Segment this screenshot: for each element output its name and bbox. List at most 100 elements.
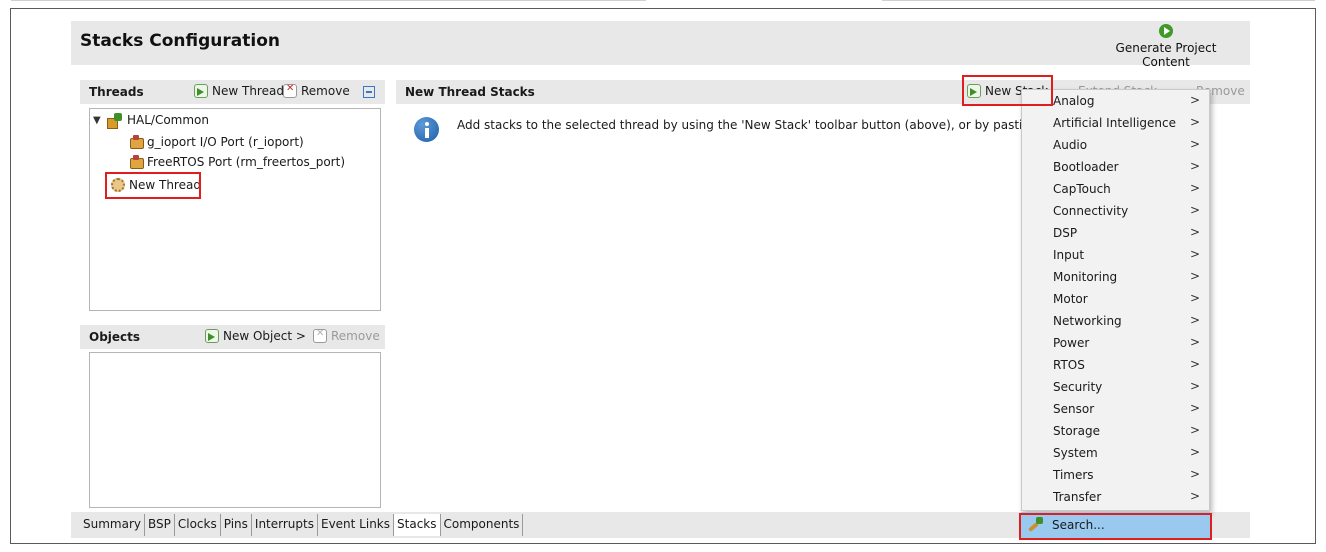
- chevron-right-icon: >: [1189, 225, 1200, 239]
- menu-item-label: Artificial Intelligence: [1053, 116, 1176, 130]
- chevron-right-icon: >: [1189, 313, 1200, 327]
- menu-item-label: Audio: [1053, 138, 1088, 152]
- menu-item-label: Networking: [1053, 314, 1122, 328]
- new-object-label: New Object >: [223, 329, 306, 343]
- menu-item-storage[interactable]: Storage >: [1022, 420, 1209, 442]
- remove-thread-label: Remove: [301, 84, 350, 98]
- add-icon: [205, 329, 219, 343]
- chevron-right-icon: >: [1189, 357, 1200, 371]
- tab-clocks[interactable]: Clocks: [175, 514, 221, 536]
- menu-item-rtos[interactable]: RTOS >: [1022, 354, 1209, 376]
- menu-item-label: Motor: [1053, 292, 1088, 306]
- chevron-right-icon: >: [1189, 467, 1200, 481]
- chevron-down-icon[interactable]: ▼: [93, 115, 103, 126]
- menu-item-captouch[interactable]: CapTouch >: [1022, 178, 1209, 200]
- menu-item-label: Power: [1053, 336, 1090, 350]
- menu-item-power[interactable]: Power >: [1022, 332, 1209, 354]
- play-icon: [1159, 24, 1173, 38]
- chevron-right-icon: >: [1189, 291, 1200, 305]
- threads-title: Threads: [89, 85, 144, 99]
- menu-item-label: Monitoring: [1053, 270, 1118, 284]
- tree-node-ioport[interactable]: g_ioport I/O Port (r_ioport): [129, 135, 304, 149]
- objects-panel-header: Objects New Object > Remove: [80, 325, 385, 349]
- menu-item-label: Storage: [1053, 424, 1100, 438]
- tree-node-label: HAL/Common: [127, 113, 210, 127]
- menu-item-label: CapTouch: [1053, 182, 1111, 196]
- chevron-right-icon: >: [1189, 137, 1200, 151]
- new-thread-button[interactable]: New Thread: [194, 84, 284, 98]
- menu-item-monitoring[interactable]: Monitoring >: [1022, 266, 1209, 288]
- new-stack-menu: Analog > Artificial Intelligence > Audio > …: [1021, 89, 1210, 511]
- chevron-right-icon: >: [1189, 247, 1200, 261]
- menu-item-input[interactable]: Input >: [1022, 244, 1209, 266]
- top-divider: [882, 0, 1315, 1]
- collapse-icon: [363, 86, 375, 98]
- chevron-right-icon: >: [1189, 335, 1200, 349]
- menu-item-label: Connectivity: [1053, 204, 1129, 218]
- tab-bsp[interactable]: BSP: [145, 514, 175, 536]
- chevron-right-icon: >: [1189, 269, 1200, 283]
- objects-title: Objects: [89, 330, 141, 344]
- tree-node-hal-common[interactable]: ▼ HAL/Common: [93, 113, 210, 129]
- chevron-right-icon: >: [1189, 203, 1200, 217]
- menu-item-label: Sensor: [1053, 402, 1095, 416]
- chevron-right-icon: >: [1189, 379, 1200, 393]
- tab-event-links[interactable]: Event Links: [318, 514, 395, 536]
- remove-thread-button[interactable]: Remove: [283, 83, 350, 98]
- menu-item-security[interactable]: Security >: [1022, 376, 1209, 398]
- chevron-right-icon: >: [1189, 181, 1200, 195]
- remove-icon: [283, 83, 297, 98]
- threads-panel-header: Threads New Thread Remove: [80, 80, 385, 104]
- tab-summary[interactable]: Summary: [80, 514, 145, 536]
- stacks-info-text: Add stacks to the selected thread by usi…: [457, 118, 1069, 132]
- menu-item-audio[interactable]: Audio >: [1022, 134, 1209, 156]
- new-object-button[interactable]: New Object >: [205, 329, 306, 343]
- new-thread-label: New Thread: [212, 84, 284, 98]
- menu-item-label: Analog: [1053, 94, 1095, 108]
- menu-item-networking[interactable]: Networking >: [1022, 310, 1209, 332]
- generate-project-content-button[interactable]: Generate Project Content: [1091, 24, 1241, 69]
- menu-item-label: Transfer: [1053, 490, 1102, 504]
- stacks-header: Stacks Configuration Generate Project Co…: [71, 21, 1250, 69]
- menu-item-artificial-intelligence[interactable]: Artificial Intelligence >: [1022, 112, 1209, 134]
- remove-icon: [313, 328, 327, 343]
- highlight-new-thread: [105, 172, 201, 199]
- page-title: Stacks Configuration: [80, 31, 280, 51]
- module-icon: [129, 155, 144, 169]
- tree-node-freertos-port[interactable]: FreeRTOS Port (rm_freertos_port): [129, 155, 345, 169]
- menu-item-label: DSP: [1053, 226, 1078, 240]
- editor-tabs: Summary BSP Clocks Pins Interrupts Event…: [80, 514, 524, 536]
- menu-item-label: RTOS: [1053, 358, 1085, 372]
- menu-item-label: System: [1053, 446, 1098, 460]
- tab-components[interactable]: Components: [441, 514, 524, 536]
- menu-item-label: Timers: [1053, 468, 1094, 482]
- menu-item-connectivity[interactable]: Connectivity >: [1022, 200, 1209, 222]
- menu-item-dsp[interactable]: DSP >: [1022, 222, 1209, 244]
- tab-pins[interactable]: Pins: [221, 514, 252, 536]
- tab-stacks[interactable]: Stacks: [394, 514, 441, 536]
- chevron-right-icon: >: [1189, 401, 1200, 415]
- add-icon: [194, 84, 208, 98]
- hal-folder-icon: [107, 113, 123, 129]
- chevron-right-icon: >: [1189, 93, 1200, 107]
- tab-interrupts[interactable]: Interrupts: [252, 514, 318, 536]
- menu-item-sensor[interactable]: Sensor >: [1022, 398, 1209, 420]
- menu-item-label: Security: [1053, 380, 1103, 394]
- info-icon: [414, 117, 439, 142]
- chevron-right-icon: >: [1189, 489, 1200, 503]
- chevron-right-icon: >: [1189, 159, 1200, 173]
- chevron-right-icon: >: [1189, 445, 1200, 459]
- collapse-all-button[interactable]: [363, 86, 375, 98]
- menu-item-transfer[interactable]: Transfer >: [1022, 486, 1209, 508]
- threads-tree: ▼ HAL/Common g_ioport I/O Port (r_ioport…: [89, 108, 381, 311]
- menu-item-system[interactable]: System >: [1022, 442, 1209, 464]
- menu-item-timers[interactable]: Timers >: [1022, 464, 1209, 486]
- menu-item-bootloader[interactable]: Bootloader >: [1022, 156, 1209, 178]
- menu-item-motor[interactable]: Motor >: [1022, 288, 1209, 310]
- generate-label: Generate Project Content: [1115, 41, 1217, 69]
- remove-object-button[interactable]: Remove: [313, 328, 380, 343]
- objects-list: [89, 352, 381, 508]
- highlight-new-stack: [962, 75, 1053, 106]
- top-divider: [11, 0, 646, 1]
- module-icon: [129, 135, 144, 149]
